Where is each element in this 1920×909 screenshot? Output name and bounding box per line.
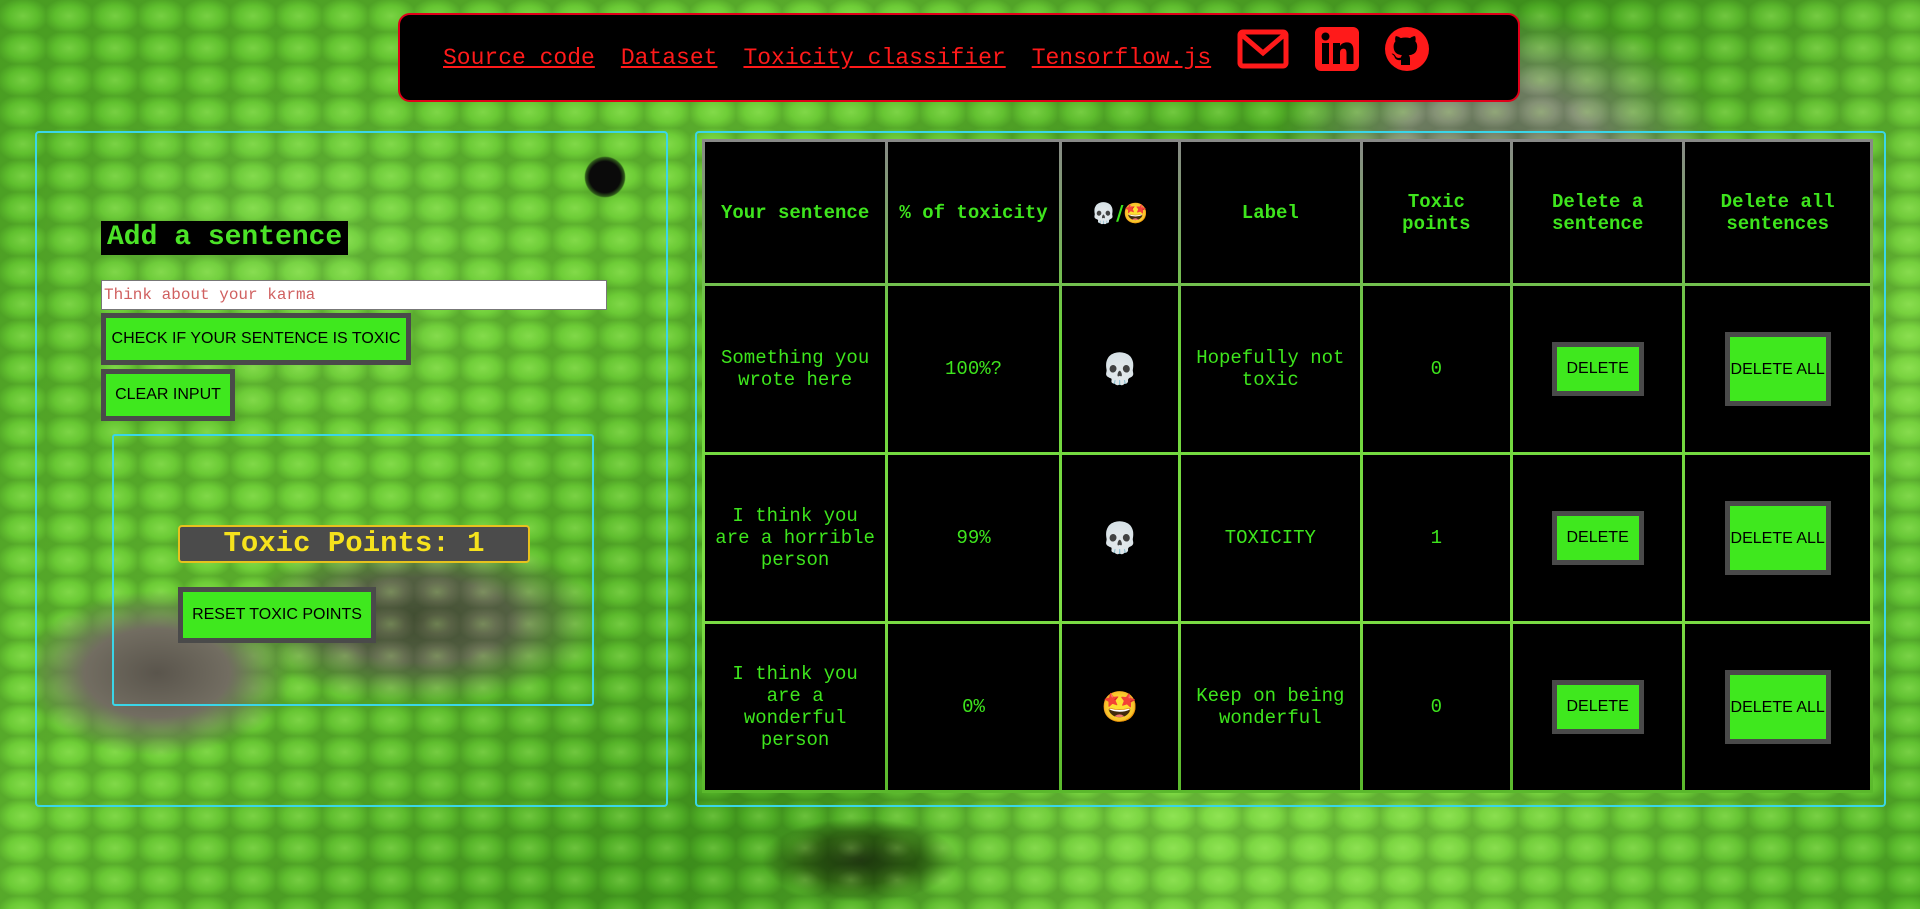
row-sentence: I think you are a horrible person [705,455,886,621]
row-delete-cell: DELETE [1512,455,1683,621]
skull-icon: 💀 [1061,455,1178,621]
row-label: TOXICITY [1180,455,1360,621]
reset-toxic-points-button[interactable]: RESET TOXIC POINTS [178,587,376,643]
header-label: Label [1180,142,1360,283]
row-sentence: Something you wrote here [705,286,886,452]
row-percent: 0% [888,624,1059,790]
delete-button[interactable]: DELETE [1551,342,1644,396]
header-delete-all: Delete all sentences [1685,142,1870,283]
header-toxic-points: Toxic points [1362,142,1510,283]
toxicity-classifier-link[interactable]: Toxicity classifier [743,45,1005,71]
delete-all-button[interactable]: DELETE ALL [1724,670,1831,744]
add-sentence-panel: Add a sentence CHECK IF YOUR SENTENCE IS… [35,131,668,807]
row-points: 1 [1362,455,1510,621]
row-percent: 100%? [888,286,1059,452]
header-your-sentence: Your sentence [705,142,886,283]
email-icon[interactable] [1237,29,1289,74]
toxic-points-panel: Toxic Points: 1 RESET TOXIC POINTS [112,434,594,706]
results-table-panel: Your sentence % of toxicity 💀/🤩 Label To… [695,131,1886,807]
table-header-row: Your sentence % of toxicity 💀/🤩 Label To… [705,142,1870,283]
check-toxic-button[interactable]: CHECK IF YOUR SENTENCE IS TOXIC [101,313,411,365]
delete-all-button[interactable]: DELETE ALL [1724,332,1831,406]
tensorflowjs-link[interactable]: Tensorflow.js [1032,45,1211,71]
header-percent-toxicity: % of toxicity [888,142,1059,283]
sentence-input[interactable] [101,280,607,310]
toxic-points-display: Toxic Points: 1 [178,525,530,563]
table-row: Something you wrote here 100%? 💀 Hopeful… [705,286,1870,452]
row-percent: 99% [888,455,1059,621]
delete-button[interactable]: DELETE [1551,680,1644,734]
row-delete-all-cell: DELETE ALL [1685,455,1870,621]
row-delete-all-cell: DELETE ALL [1685,286,1870,452]
table-row: I think you are a wonderful person 0% 🤩 … [705,624,1870,790]
table-row: I think you are a horrible person 99% 💀 … [705,455,1870,621]
row-points: 0 [1362,286,1510,452]
source-code-link[interactable]: Source code [443,45,595,71]
delete-all-button[interactable]: DELETE ALL [1724,501,1831,575]
top-nav: Source code Dataset Toxicity classifier … [398,13,1520,102]
dataset-link[interactable]: Dataset [621,45,718,71]
skull-icon: 💀 [1061,286,1178,452]
github-icon[interactable] [1385,27,1430,76]
row-delete-all-cell: DELETE ALL [1685,624,1870,790]
star-struck-icon: 🤩 [1061,624,1178,790]
row-points: 0 [1362,624,1510,790]
clear-input-button[interactable]: CLEAR INPUT [101,369,235,421]
row-delete-cell: DELETE [1512,624,1683,790]
row-sentence: I think you are a wonderful person [705,624,886,790]
row-delete-cell: DELETE [1512,286,1683,452]
results-table: Your sentence % of toxicity 💀/🤩 Label To… [702,139,1873,793]
add-sentence-title: Add a sentence [101,221,349,255]
delete-button[interactable]: DELETE [1551,511,1644,565]
header-emoji: 💀/🤩 [1061,142,1178,283]
linkedin-icon[interactable] [1315,27,1360,76]
row-label: Keep on being wonderful [1180,624,1360,790]
header-delete-sentence: Delete a sentence [1512,142,1683,283]
row-label: Hopefully not toxic [1180,286,1360,452]
